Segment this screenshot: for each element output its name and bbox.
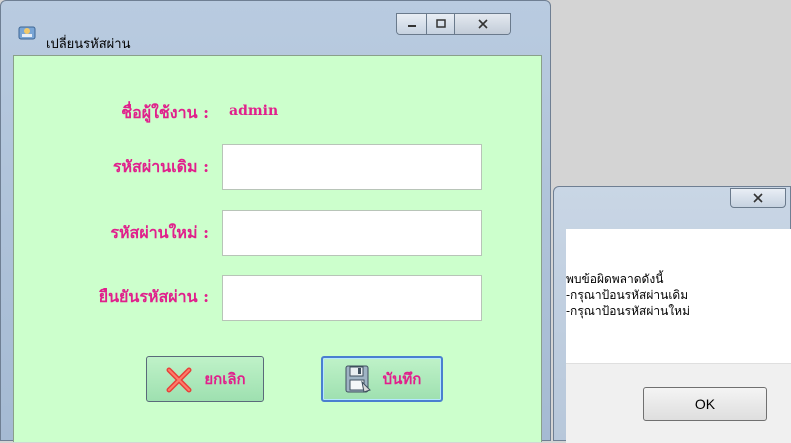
cancel-button[interactable]: ยกเลิก	[146, 356, 264, 402]
save-button-label: บันทึก	[382, 370, 422, 388]
dialog-close-button[interactable]	[730, 188, 786, 208]
new-password-input[interactable]	[222, 210, 482, 256]
confirm-password-input[interactable]	[222, 275, 482, 321]
username-value: admin	[229, 103, 279, 119]
message-line: พบข้อผิดพลาดดังนี้	[566, 272, 664, 286]
message-line: -กรุณาป้อนรหัสผ่านเดิม	[566, 288, 689, 302]
old-password-label: รหัสผ่านเดิม :	[112, 157, 209, 176]
message-line: -กรุณาป้อนรหัสผ่านใหม่	[566, 304, 690, 318]
maximize-icon	[435, 19, 446, 28]
new-password-label: รหัสผ่านใหม่ :	[110, 223, 209, 242]
minimize-icon	[407, 25, 416, 27]
save-button[interactable]: บันทึก	[321, 356, 443, 402]
app-icon	[18, 26, 36, 40]
close-icon	[477, 19, 488, 29]
maximize-button[interactable]	[427, 14, 455, 34]
minimize-button[interactable]	[397, 14, 427, 34]
window-title: เปลี่ยนรหัสผ่าน	[46, 37, 131, 52]
username-label: ชื่อผู้ใช้งาน :	[121, 103, 209, 122]
confirm-password-label: ยืนยันรหัสผ่าน :	[98, 287, 209, 306]
close-icon	[753, 193, 763, 203]
cancel-button-label: ยกเลิก	[204, 370, 246, 388]
cancel-x-icon	[166, 367, 192, 393]
title-bar[interactable]: เปลี่ยนรหัสผ่าน	[1, 1, 550, 52]
change-password-window: เปลี่ยนรหัสผ่าน ชื่อผู้ใช้งาน : admin รห…	[0, 0, 551, 442]
close-button[interactable]	[455, 14, 510, 34]
window-controls	[396, 13, 511, 35]
old-password-input[interactable]	[222, 144, 482, 190]
save-disk-icon	[345, 365, 371, 393]
dialog-message: พบข้อผิดพลาดดังนี้ -กรุณาป้อนรหัสผ่านเดิ…	[566, 271, 776, 319]
error-dialog: พบข้อผิดพลาดดังนี้ -กรุณาป้อนรหัสผ่านเดิ…	[553, 186, 791, 443]
ok-button[interactable]: OK	[643, 387, 767, 421]
